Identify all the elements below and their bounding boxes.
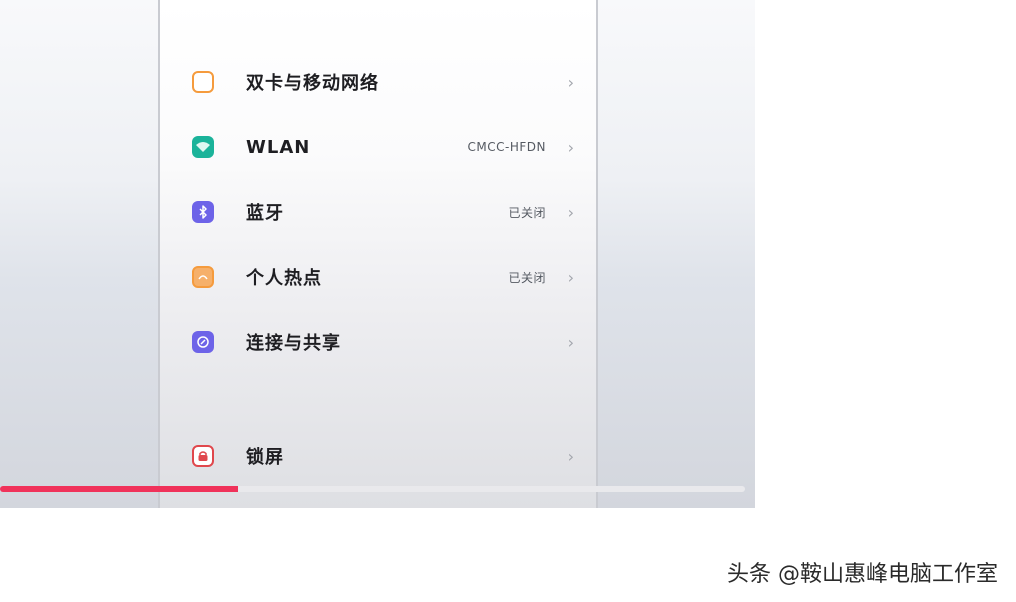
lock-screen-icon [192, 445, 214, 467]
settings-item-label: WLAN [246, 136, 311, 158]
video-progress-bar[interactable] [0, 486, 745, 492]
chevron-right-icon: › [567, 202, 574, 222]
settings-item-lock-screen[interactable]: 锁屏 › [160, 436, 596, 476]
settings-item-label: 蓝牙 [246, 203, 284, 224]
settings-item-label: 个人热点 [246, 268, 322, 289]
watermark-text: 头条 @鞍山惠峰电脑工作室 [727, 562, 998, 587]
background-right [598, 0, 755, 508]
settings-item-wlan[interactable]: WLAN CMCC-HFDN › [160, 127, 596, 167]
chevron-right-icon: › [567, 137, 574, 157]
link-share-icon [192, 331, 214, 353]
settings-item-label: 锁屏 [246, 447, 284, 468]
background-left [0, 0, 158, 508]
chevron-right-icon: › [567, 267, 574, 287]
video-frame: 双卡与移动网络 › WLAN CMCC-HFDN › 蓝牙 已关闭 › 个人热点… [0, 0, 755, 508]
settings-item-hotspot[interactable]: 个人热点 已关闭 › [160, 257, 596, 297]
chevron-right-icon: › [567, 72, 574, 92]
wifi-icon [192, 136, 214, 158]
hotspot-icon [192, 266, 214, 288]
settings-item-connection-sharing[interactable]: 连接与共享 › [160, 322, 596, 362]
phone-settings-screen: 双卡与移动网络 › WLAN CMCC-HFDN › 蓝牙 已关闭 › 个人热点… [158, 0, 598, 508]
settings-item-value: CMCC-HFDN [467, 140, 546, 154]
settings-item-label: 双卡与移动网络 [246, 73, 379, 94]
settings-item-bluetooth[interactable]: 蓝牙 已关闭 › [160, 192, 596, 232]
sim-card-icon [192, 71, 214, 93]
bluetooth-icon [192, 201, 214, 223]
settings-item-label: 连接与共享 [246, 333, 341, 354]
chevron-right-icon: › [567, 332, 574, 352]
settings-item-value: 已关闭 [508, 270, 546, 285]
chevron-right-icon: › [567, 446, 574, 466]
settings-item-value: 已关闭 [508, 205, 546, 220]
settings-item-sim[interactable]: 双卡与移动网络 › [160, 62, 596, 102]
video-progress-fill [0, 486, 239, 492]
